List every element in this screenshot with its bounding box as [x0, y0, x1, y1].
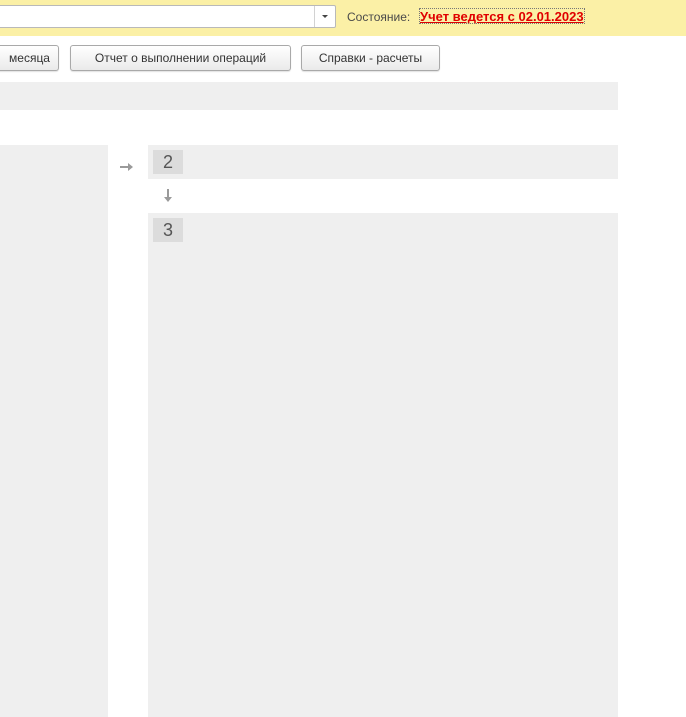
left-steps-panel: [0, 145, 108, 717]
dropdown-button[interactable]: [314, 6, 335, 27]
step-2-block: 2: [148, 145, 618, 179]
header-panel: Состояние: Учет ведется с 02.01.2023: [0, 0, 686, 36]
arrow-right-icon: [120, 163, 133, 171]
arrow-down-icon: [164, 189, 172, 202]
step-3-block: 3: [148, 213, 618, 717]
info-strip: [0, 82, 618, 110]
step-number: 3: [153, 218, 183, 242]
calculations-button[interactable]: Справки - расчеты: [301, 45, 440, 71]
operations-report-button[interactable]: Отчет о выполнении операций: [70, 45, 291, 71]
organization-select[interactable]: [0, 5, 336, 28]
status-link[interactable]: Учет ведется с 02.01.2023: [419, 8, 585, 24]
step-number: 2: [153, 150, 183, 174]
month-closing-button[interactable]: месяца: [0, 45, 59, 71]
chevron-down-icon: [322, 15, 328, 18]
status-label: Состояние:: [347, 10, 411, 24]
